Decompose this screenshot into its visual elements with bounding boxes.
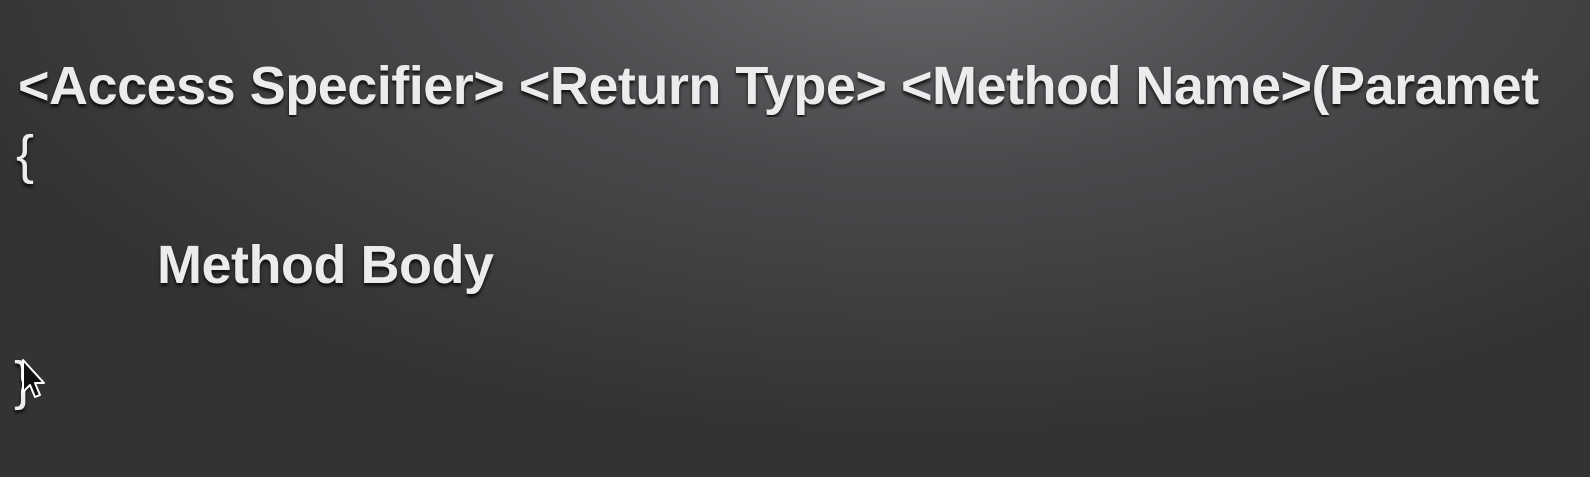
- method-body-label: Method Body: [157, 235, 494, 295]
- arrow-cursor-icon: [22, 359, 45, 398]
- method-signature: <Access Specifier> <Return Type> <Method…: [18, 56, 1539, 116]
- open-brace: {: [16, 125, 34, 185]
- presentation-slide: <Access Specifier> <Return Type> <Method…: [0, 0, 1590, 477]
